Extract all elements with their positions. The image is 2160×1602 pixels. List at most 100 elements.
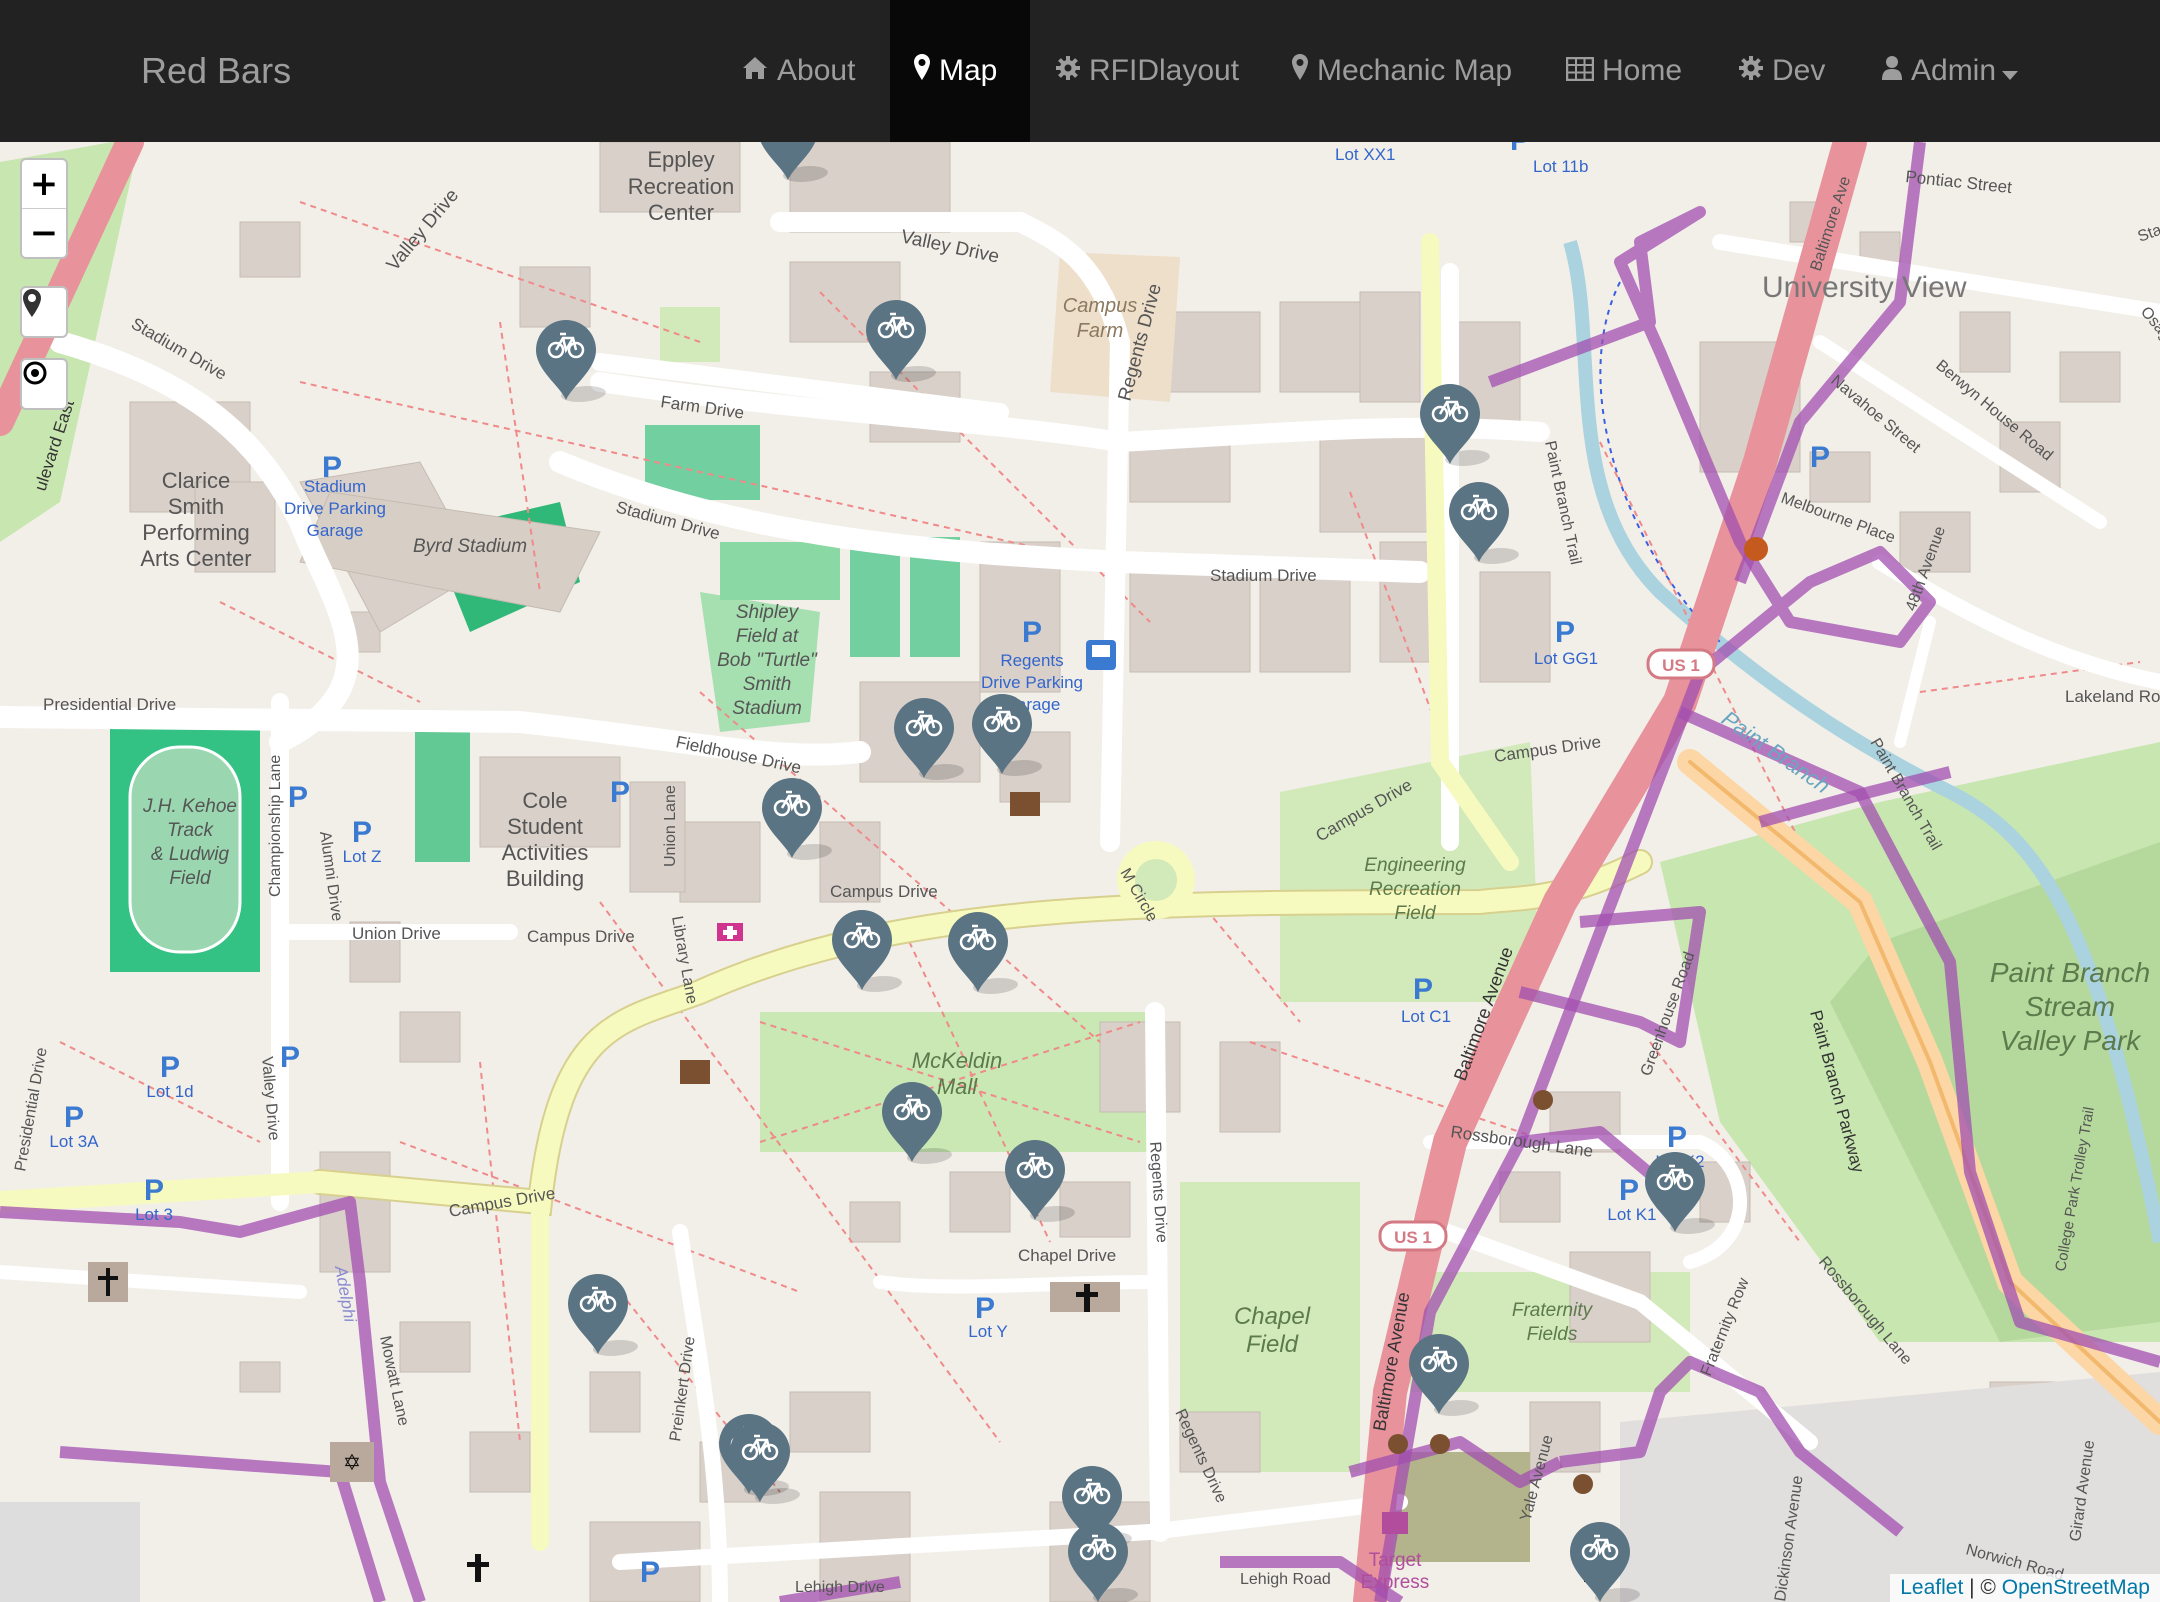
label-engineering-1: Engineering bbox=[1364, 855, 1466, 876]
label-regents-garage-1: Regents bbox=[1000, 651, 1063, 670]
us1-shield-a: US 1 bbox=[1646, 648, 1716, 680]
label-shipley-2: Field at bbox=[736, 626, 799, 647]
map-tiles[interactable]: Eppley Recreation Center Valley Drive Va… bbox=[0, 142, 2160, 1602]
label-campus-farm-1: Campus bbox=[1063, 295, 1137, 317]
parking-p: P bbox=[322, 451, 342, 484]
svg-text:✡: ✡ bbox=[343, 1450, 361, 1475]
target-control bbox=[20, 358, 68, 410]
brand-link[interactable]: Red Bars bbox=[141, 0, 291, 142]
map-attribution: Leaflet | © OpenStreetMap bbox=[1890, 1574, 2160, 1602]
label-target-2: Express bbox=[1361, 1572, 1430, 1593]
label-cole-4: Building bbox=[506, 866, 584, 891]
label-stadium-drive-3: Stadium Drive bbox=[1210, 566, 1317, 585]
police-icon bbox=[1533, 1090, 1553, 1110]
label-engineering-2: Recreation bbox=[1369, 879, 1461, 900]
label-shipley-3: Bob "Turtle" bbox=[717, 650, 818, 671]
label-cole-2: Student bbox=[507, 814, 583, 839]
library-icon bbox=[680, 1060, 710, 1084]
target-button[interactable] bbox=[22, 360, 66, 408]
nav-map[interactable]: Map bbox=[913, 0, 997, 142]
label-pb-park-2: Stream bbox=[2025, 991, 2115, 1022]
synagogue-icon: ✡ bbox=[330, 1442, 374, 1482]
parking-p: P bbox=[1510, 142, 1530, 157]
nav-home[interactable]: Home bbox=[1565, 0, 1683, 142]
label-chapel-drive: Chapel Drive bbox=[1018, 1246, 1116, 1265]
label-regents-garage-2: Drive Parking bbox=[981, 673, 1083, 692]
label-clarice-3: Performing bbox=[142, 520, 250, 545]
map-container[interactable]: Eppley Recreation Center Valley Drive Va… bbox=[0, 142, 2160, 1602]
user-icon bbox=[1881, 1, 1903, 143]
label-pb-park-1: Paint Branch bbox=[1990, 957, 2150, 988]
label-eppley: Eppley bbox=[647, 147, 714, 172]
label-recreation: Recreation bbox=[628, 174, 734, 199]
label-stadium-parking-3: Garage bbox=[307, 521, 364, 540]
label-kehoe-2: Track bbox=[167, 820, 215, 841]
label-lot-z: Lot Z bbox=[343, 847, 382, 866]
nav-map-label: Map bbox=[939, 54, 998, 87]
zoom-in-button[interactable]: + bbox=[22, 160, 66, 208]
parking-p: P bbox=[64, 1101, 84, 1134]
label-lehigh-drive: Lehigh Drive bbox=[795, 1579, 885, 1596]
label-cole-3: Activities bbox=[502, 840, 589, 865]
label-clarice-2: Smith bbox=[168, 494, 224, 519]
label-campus-drive-4: Campus Drive bbox=[527, 927, 635, 946]
locate-button[interactable] bbox=[22, 288, 66, 336]
nav-about[interactable]: About bbox=[741, 0, 855, 142]
label-engineering-3: Field bbox=[1394, 903, 1437, 924]
parking-p: P bbox=[1413, 973, 1433, 1006]
nav-admin-dropdown[interactable]: Admin bbox=[1881, 0, 2026, 142]
nav-dev-label: Dev bbox=[1772, 54, 1826, 87]
label-lot-gg1: Lot GG1 bbox=[1534, 649, 1598, 668]
label-lakeland-road: Lakeland Road bbox=[2065, 687, 2160, 706]
locate-control bbox=[20, 286, 68, 338]
fire-station-icon bbox=[1744, 537, 1768, 561]
label-kehoe-3: & Ludwig bbox=[151, 844, 230, 865]
label-lot-3a: Lot 3A bbox=[49, 1132, 99, 1151]
label-stadium-parking-2: Drive Parking bbox=[284, 499, 386, 518]
parking-p: P bbox=[610, 776, 630, 809]
label-mckeldin-1: McKeldin bbox=[912, 1048, 1002, 1073]
gear-icon bbox=[1738, 1, 1764, 143]
nav-mechanic-map-label: Mechanic Map bbox=[1317, 54, 1513, 87]
label-center: Center bbox=[648, 200, 714, 225]
shop-icon bbox=[1382, 1512, 1408, 1534]
label-union-drive: Union Drive bbox=[352, 924, 441, 943]
parking-p: P bbox=[288, 781, 308, 814]
map-marker-icon bbox=[913, 1, 931, 143]
label-union-lane: Union Lane bbox=[662, 785, 679, 867]
church-icon bbox=[1050, 1282, 1120, 1312]
label-university-view: University View bbox=[1762, 271, 1967, 304]
parking-p: P bbox=[1810, 441, 1830, 474]
label-lot-c1: Lot C1 bbox=[1401, 1007, 1451, 1026]
label-presidential-drive: Presidential Drive bbox=[43, 695, 176, 714]
label-chapel-1: Chapel bbox=[1234, 1303, 1311, 1330]
label-shipley-1: Shipley bbox=[736, 602, 800, 623]
leaflet-link[interactable]: Leaflet bbox=[1900, 1576, 1963, 1599]
label-pb-park-3: Valley Park bbox=[2000, 1025, 2143, 1056]
label-lot-xx1: Lot XX1 bbox=[1335, 145, 1396, 164]
label-kehoe-1: J.H. Kehoe bbox=[142, 796, 237, 817]
parking-p: P bbox=[640, 1556, 660, 1589]
label-chapel-2: Field bbox=[1246, 1331, 1299, 1358]
nav-dev[interactable]: Dev bbox=[1738, 0, 1825, 142]
label-clarice-4: Arts Center bbox=[140, 546, 251, 571]
osm-link[interactable]: OpenStreetMap bbox=[2002, 1576, 2150, 1599]
parking-p: P bbox=[280, 1041, 300, 1074]
label-campus-farm-2: Farm bbox=[1077, 320, 1124, 342]
nav-rfidlayout[interactable]: RFIDlayout bbox=[1055, 0, 1239, 142]
label-lehigh-road: Lehigh Road bbox=[1240, 1571, 1331, 1588]
parking-p: P bbox=[160, 1051, 180, 1084]
parking-p: P bbox=[975, 1292, 995, 1325]
label-mckeldin-2: Mall bbox=[937, 1074, 978, 1099]
nav-home-label: Home bbox=[1602, 54, 1683, 87]
label-byrd-stadium: Byrd Stadium bbox=[413, 536, 527, 557]
nav-mechanic-map[interactable]: Mechanic Map bbox=[1291, 0, 1512, 142]
parking-p: P bbox=[144, 1174, 164, 1207]
gear-icon bbox=[1055, 1, 1081, 143]
label-kehoe-4: Field bbox=[169, 868, 212, 889]
nav-rfidlayout-label: RFIDlayout bbox=[1089, 54, 1240, 87]
nav-about-label: About bbox=[777, 54, 856, 87]
parking-p: P bbox=[1555, 616, 1575, 649]
home-icon bbox=[741, 1, 769, 143]
zoom-out-button[interactable]: − bbox=[22, 208, 66, 257]
